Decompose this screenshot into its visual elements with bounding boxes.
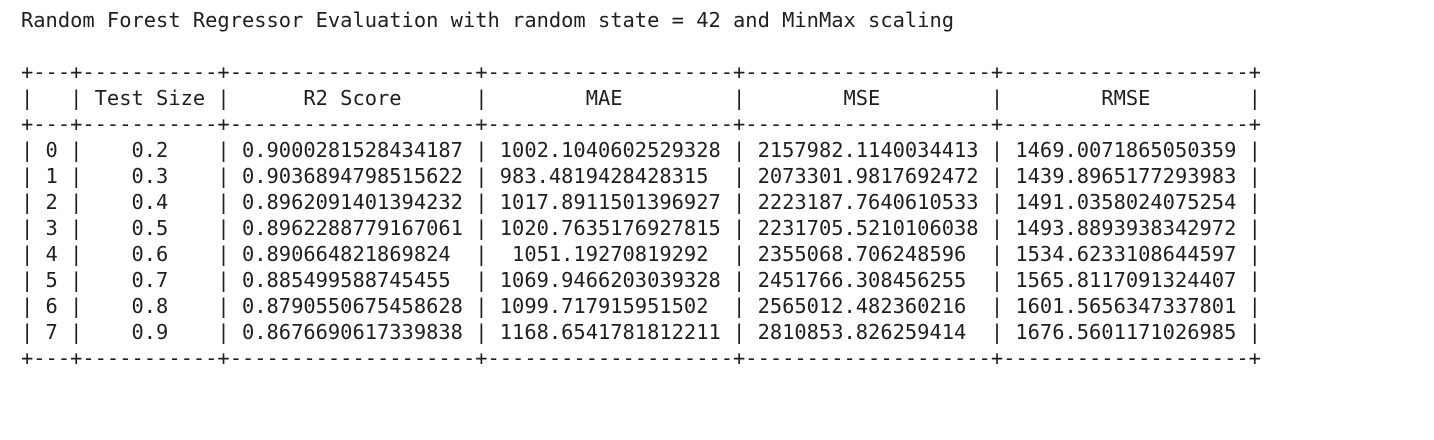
table-row: | 1 | 0.3 | 0.9036894798515622 | 983.481… <box>21 164 1261 188</box>
table-border-header: +---+-----------+--------------------+--… <box>21 112 1261 136</box>
table-row: | 5 | 0.7 | 0.885499588745455 | 1069.946… <box>21 268 1261 292</box>
table-row: | 0 | 0.2 | 0.9000281528434187 | 1002.10… <box>21 138 1261 162</box>
table-row: | 6 | 0.8 | 0.8790550675458628 | 1099.71… <box>21 294 1261 318</box>
notebook-output: Random Forest Regressor Evaluation with … <box>21 7 1261 371</box>
table-body: | 0 | 0.2 | 0.9000281528434187 | 1002.10… <box>21 137 1261 345</box>
output-title: Random Forest Regressor Evaluation with … <box>21 8 954 32</box>
table-border-bottom: +---+-----------+--------------------+--… <box>21 346 1261 370</box>
table-row: | 4 | 0.6 | 0.890664821869824 | 1051.192… <box>21 242 1261 266</box>
table-row: | 3 | 0.5 | 0.8962288779167061 | 1020.76… <box>21 216 1261 240</box>
table-border-top: +---+-----------+--------------------+--… <box>21 60 1261 84</box>
table-row: | 2 | 0.4 | 0.8962091401394232 | 1017.89… <box>21 190 1261 214</box>
table-row: | 7 | 0.9 | 0.8676690617339838 | 1168.65… <box>21 320 1261 344</box>
table-header-row: | | Test Size | R2 Score | MAE | MSE | R… <box>21 86 1261 110</box>
